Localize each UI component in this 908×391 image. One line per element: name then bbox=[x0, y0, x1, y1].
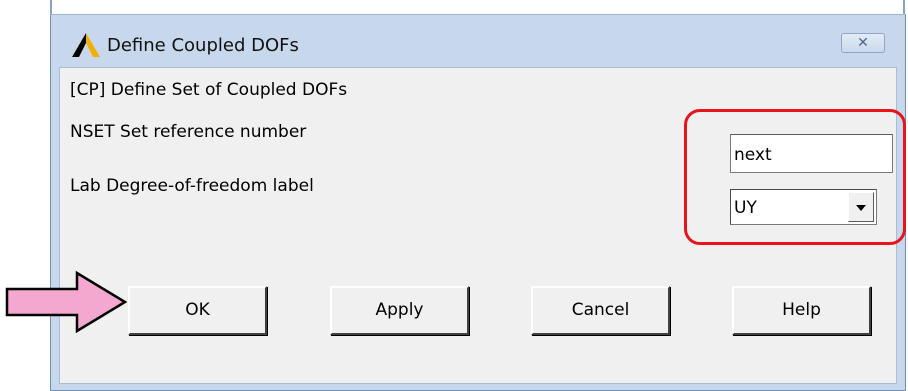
dof-label-value: UY bbox=[734, 198, 757, 218]
nset-input[interactable]: next bbox=[730, 134, 893, 173]
window-edge-left bbox=[50, 0, 52, 14]
dialog-body: [CP] Define Set of Coupled DOFs NSET Set… bbox=[59, 67, 897, 384]
define-coupled-dofs-dialog: Define Coupled DOFs ✕ [CP] Define Set of… bbox=[50, 14, 906, 391]
chevron-down-icon[interactable] bbox=[848, 192, 874, 222]
window-edge-right bbox=[903, 0, 905, 14]
screenshot-stage: Define Coupled DOFs ✕ [CP] Define Set of… bbox=[0, 0, 908, 391]
ok-button[interactable]: OK bbox=[128, 286, 267, 335]
nset-label: NSET Set reference number bbox=[70, 122, 307, 142]
ansys-logo-icon bbox=[72, 33, 100, 57]
help-button[interactable]: Help bbox=[732, 286, 871, 335]
window-title: Define Coupled DOFs bbox=[107, 35, 299, 56]
cancel-button[interactable]: Cancel bbox=[531, 286, 670, 335]
command-heading: [CP] Define Set of Coupled DOFs bbox=[70, 80, 348, 100]
pointer-arrow-icon bbox=[5, 270, 127, 334]
close-button[interactable]: ✕ bbox=[841, 33, 885, 53]
title-bar[interactable]: Define Coupled DOFs ✕ bbox=[59, 29, 897, 61]
apply-button[interactable]: Apply bbox=[330, 286, 469, 335]
lab-label: Lab Degree-of-freedom label bbox=[70, 176, 314, 196]
dof-label-select[interactable]: UY bbox=[730, 189, 877, 225]
close-icon: ✕ bbox=[857, 35, 869, 51]
